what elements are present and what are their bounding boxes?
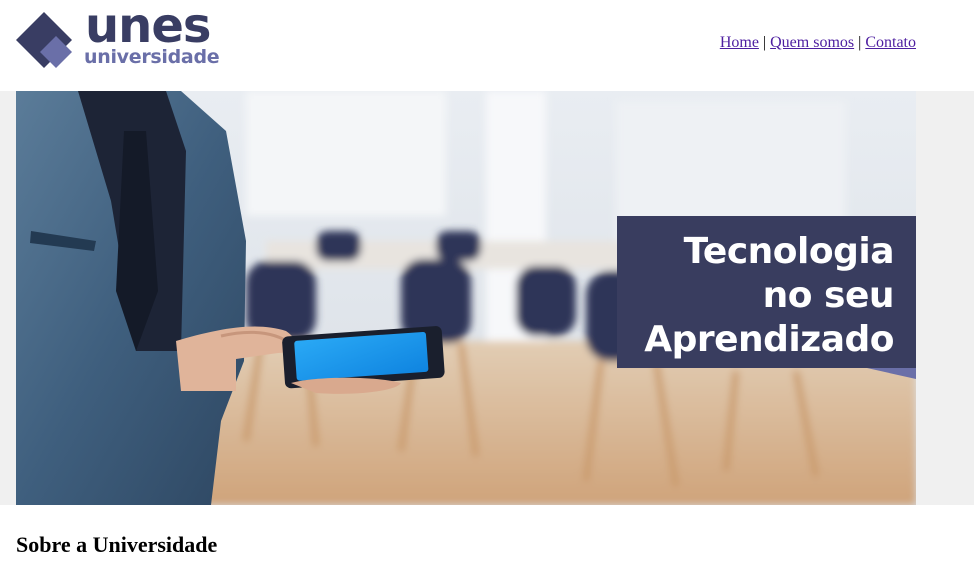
logo-secondary-text: universidade [84, 46, 220, 68]
hero-banner: Tecnologia no seu Aprendizado [16, 91, 916, 505]
nav-link-contato[interactable]: Contato [865, 34, 916, 51]
banner-caption-line: Aprendizado [644, 319, 894, 360]
logo-primary-text: unes [85, 0, 211, 54]
main-nav: Home | Quem somos | Contato [720, 34, 916, 52]
banner-caption-line: no seu [762, 275, 895, 316]
nav-link-quem-somos[interactable]: Quem somos [770, 34, 854, 51]
banner-caption: Tecnologia no seu Aprendizado [617, 216, 916, 368]
banner-caption-line: Tecnologia [683, 231, 895, 272]
section-title: Sobre a Universidade [16, 532, 218, 557]
nav-link-home[interactable]: Home [720, 34, 759, 51]
site-logo[interactable]: unes universidade [16, 2, 236, 74]
caption-accent-shape [867, 368, 916, 379]
logo-diamond-icon [16, 12, 72, 68]
nav-separator: | [858, 34, 862, 51]
nav-separator: | [762, 34, 767, 51]
site-header: unes universidade Home | Quem somos | Co… [0, 0, 974, 91]
